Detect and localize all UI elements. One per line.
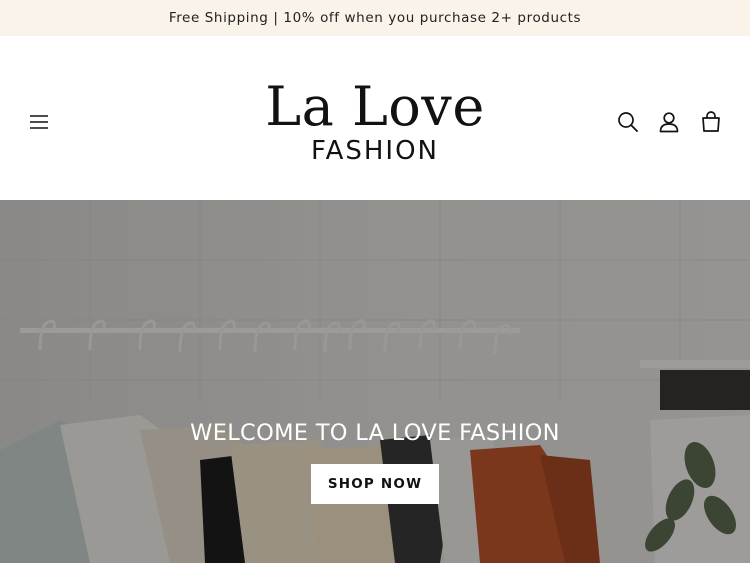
hero-title: WELCOME TO LA LOVE FASHION bbox=[190, 420, 560, 446]
announcement-bar: Free Shipping | 10% off when you purchas… bbox=[0, 0, 750, 36]
account-button[interactable] bbox=[656, 109, 682, 135]
hero-banner: WELCOME TO LA LOVE FASHION SHOP NOW bbox=[0, 200, 750, 563]
hero-content: WELCOME TO LA LOVE FASHION SHOP NOW bbox=[0, 416, 750, 504]
search-icon bbox=[618, 112, 638, 132]
menu-button[interactable] bbox=[26, 110, 52, 134]
hero-overlay bbox=[0, 200, 750, 563]
shop-now-button[interactable]: SHOP NOW bbox=[311, 464, 439, 504]
logo-title: La Love bbox=[265, 75, 485, 138]
account-icon bbox=[659, 112, 679, 133]
announcement-text: Free Shipping | 10% off when you purchas… bbox=[168, 10, 582, 26]
search-button[interactable] bbox=[615, 109, 641, 135]
cart-icon bbox=[702, 111, 720, 132]
hamburger-menu-icon bbox=[30, 115, 48, 129]
cart-button[interactable] bbox=[698, 109, 724, 135]
logo-subtitle: FASHION bbox=[311, 136, 439, 166]
site-header: La Love FASHION bbox=[0, 36, 750, 200]
site-logo[interactable]: La Love FASHION bbox=[225, 72, 525, 172]
